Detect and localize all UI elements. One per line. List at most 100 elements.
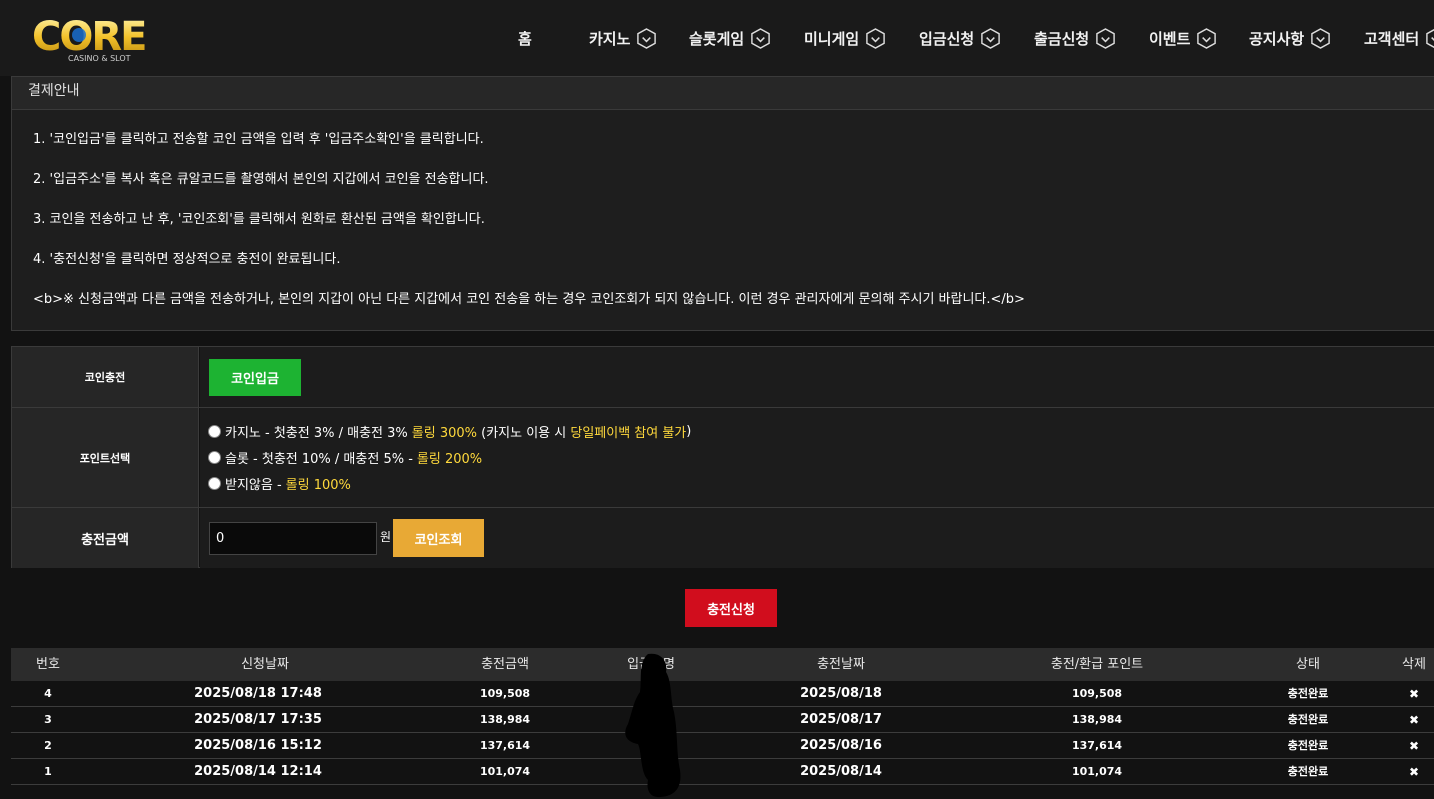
delete-icon[interactable]: ✖	[1409, 759, 1419, 785]
point-option-casino[interactable]: 카지노 - 첫충전 3% / 매충전 3% 롤링 300% (카지노 이용 시 …	[208, 421, 691, 441]
option-rolling: 롤링 200%	[416, 451, 483, 467]
nav-item-minigame[interactable]: 미니게임	[804, 24, 886, 52]
delete-icon[interactable]: ✖	[1409, 707, 1419, 733]
radio-casino[interactable]	[208, 424, 221, 438]
guide-step-1: 1. '코인입금'를 클릭하고 전송할 코인 금액을 입력 후 '입금주소확인'…	[33, 132, 484, 147]
col-header-charged: 충전날짜	[817, 657, 865, 672]
col-header-amount: 충전금액	[481, 657, 529, 672]
option-note-highlight: 당일페이백 참여 불가	[570, 425, 687, 441]
point-select-row: 포인트선택 카지노 - 첫충전 3% / 매충전 3% 롤링 300% (카지노…	[12, 408, 1434, 508]
delete-icon[interactable]: ✖	[1409, 733, 1419, 759]
table-row: 1 2025/08/14 12:14 101,074 2025/08/14 10…	[11, 759, 1434, 785]
col-header-points: 충전/환급 포인트	[1050, 657, 1144, 672]
charge-amount-label: 충전금액	[12, 508, 199, 568]
cell-status: 충전완료	[1287, 739, 1329, 752]
nav-item-notice[interactable]: 공지사항	[1249, 24, 1331, 52]
site-header: CORE CASINO & SLOT 홈 카지노 슬롯게임 미니게임 입금신청 …	[0, 0, 1434, 76]
nav-label: 공지사항	[1249, 29, 1305, 48]
cell-points: 137,614	[1071, 739, 1123, 752]
charge-amount-content: 0 원 코인조회	[200, 508, 1434, 568]
nav-item-event[interactable]: 이벤트	[1149, 24, 1217, 52]
cell-requested: 2025/08/14 12:14	[194, 764, 322, 779]
charge-amount-input[interactable]: 0	[209, 522, 377, 555]
cell-no: 1	[44, 765, 52, 778]
col-header-no: 번호	[36, 657, 60, 672]
chevron-down-icon	[1311, 27, 1331, 49]
cell-amount: 138,984	[479, 713, 531, 726]
guide-warning: <b>※ 신청금액과 다른 금액을 전송하거나, 본인의 지갑이 아닌 다른 지…	[33, 292, 1025, 307]
cell-points: 109,508	[1071, 687, 1123, 700]
guide-step-4: 4. '충전신청'을 클릭하면 정상적으로 충전이 완료됩니다.	[33, 252, 341, 267]
table-row: 4 2025/08/18 17:48 109,508 2025/08/18 10…	[11, 681, 1434, 707]
coin-lookup-button[interactable]: 코인조회	[393, 519, 484, 557]
table-row: 3 2025/08/17 17:35 138,984 2025/08/17 13…	[11, 707, 1434, 733]
guide-step-3: 3. 코인을 전송하고 난 후, '코인조회'를 클릭해서 원화로 환산된 금액…	[33, 212, 485, 227]
coin-charge-label: 코인충전	[12, 347, 199, 407]
nav-item-support[interactable]: 고객센터	[1364, 24, 1434, 52]
chevron-down-icon	[637, 27, 657, 49]
chevron-down-icon	[1426, 28, 1434, 48]
nav-label: 고객센터	[1364, 29, 1420, 48]
point-select-label: 포인트선택	[12, 408, 199, 507]
cell-charged: 2025/08/18	[800, 686, 882, 701]
main-nav: 홈 카지노 슬롯게임 미니게임 입금신청 출금신청 이벤트 공지사항 고객센터	[0, 24, 1434, 52]
nav-label: 미니게임	[804, 29, 860, 48]
chevron-down-icon	[751, 27, 771, 49]
point-option-slot[interactable]: 슬롯 - 첫충전 10% / 매충전 5% - 롤링 200%	[208, 447, 482, 467]
point-option-none[interactable]: 받지않음 - 롤링 100%	[208, 473, 351, 493]
charge-request-button[interactable]: 충전신청	[685, 589, 777, 627]
col-header-status: 상태	[1296, 657, 1320, 672]
nav-item-deposit[interactable]: 입금신청	[919, 24, 1001, 52]
chevron-down-icon	[1197, 27, 1217, 49]
radio-none[interactable]	[208, 476, 221, 490]
chevron-down-icon	[866, 27, 886, 49]
coin-deposit-button[interactable]: 코인입금	[209, 359, 301, 396]
cell-status: 충전완료	[1287, 687, 1329, 700]
cell-amount: 101,074	[479, 765, 531, 778]
nav-item-withdraw[interactable]: 출금신청	[1034, 24, 1116, 52]
delete-icon[interactable]: ✖	[1409, 681, 1419, 707]
chevron-down-icon	[1096, 27, 1116, 49]
cell-requested: 2025/08/16 15:12	[194, 738, 322, 753]
option-text: 받지않음 -	[225, 477, 282, 493]
col-header-requested: 신청날짜	[241, 657, 289, 672]
col-header-delete: 삭제	[1402, 657, 1426, 672]
nav-label: 입금신청	[919, 29, 975, 48]
cell-requested: 2025/08/18 17:48	[194, 686, 322, 701]
option-text: 카지노 - 첫충전 3% / 매충전 3%	[225, 425, 408, 441]
option-rolling: 롤링 300%	[411, 425, 477, 441]
nav-label: 홈	[518, 29, 532, 48]
nav-label: 출금신청	[1034, 29, 1090, 48]
coin-charge-row: 코인충전 코인입금	[12, 347, 1434, 408]
payment-guide-panel: 결제안내 1. '코인입금'를 클릭하고 전송할 코인 금액을 입력 후 '입금…	[11, 76, 1434, 331]
nav-item-slot[interactable]: 슬롯게임	[689, 24, 771, 52]
svg-text:CASINO & SLOT: CASINO & SLOT	[68, 54, 131, 63]
radio-slot[interactable]	[208, 450, 221, 464]
cell-points: 138,984	[1071, 713, 1123, 726]
cell-status: 충전완료	[1287, 765, 1329, 778]
cell-requested: 2025/08/17 17:35	[194, 712, 322, 727]
nav-label: 카지노	[589, 29, 631, 48]
table-row: 2 2025/08/16 15:12 137,614 2025/08/16 13…	[11, 733, 1434, 759]
redaction-mark	[625, 653, 681, 798]
charge-form: 코인충전 코인입금 포인트선택 카지노 - 첫충전 3% / 매충전 3% 롤링…	[11, 346, 1434, 568]
cell-no: 4	[44, 687, 52, 700]
cell-no: 3	[44, 713, 52, 726]
charge-amount-row: 충전금액 0 원 코인조회	[12, 508, 1434, 568]
cell-charged: 2025/08/14	[800, 764, 882, 779]
option-rolling: 롤링 100%	[285, 477, 351, 493]
cell-no: 2	[44, 739, 52, 752]
coin-charge-content: 코인입금	[200, 347, 1434, 407]
nav-item-casino[interactable]: 카지노	[589, 24, 657, 52]
cell-charged: 2025/08/16	[800, 738, 882, 753]
option-text: 슬롯 - 첫충전 10% / 매충전 5% -	[225, 451, 413, 467]
table-header: 번호 신청날짜 충전금액 입금자명 충전날짜 충전/환급 포인트 상태 삭제	[11, 648, 1434, 681]
cell-amount: 109,508	[479, 687, 531, 700]
cell-charged: 2025/08/17	[800, 712, 882, 727]
cell-status: 충전완료	[1287, 713, 1329, 726]
guide-title: 결제안내	[12, 77, 1434, 110]
cell-points: 101,074	[1071, 765, 1123, 778]
option-note-post: )	[686, 423, 692, 439]
nav-label: 이벤트	[1149, 29, 1191, 48]
nav-item-home[interactable]: 홈	[518, 24, 532, 52]
